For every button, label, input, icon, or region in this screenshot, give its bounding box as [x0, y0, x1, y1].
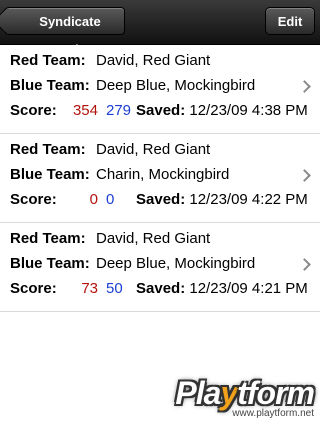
- saved-games-list: Red Team: David, Red Giant Blue Team: Deep…: [0, 45, 320, 312]
- red-score: 354: [72, 102, 98, 119]
- playtform-watermark: Playtform www.playtform.net: [175, 375, 315, 419]
- saved-label: Saved:: [136, 102, 186, 119]
- watermark-logo-part: Pla: [175, 375, 221, 411]
- blue-score: 0: [106, 191, 115, 208]
- score-line: Score: 0 0 Saved: 12/23/09 4:22 PM: [10, 190, 308, 210]
- edit-button[interactable]: Edit: [265, 7, 315, 35]
- blue-team-label: Blue Team:: [10, 77, 90, 94]
- red-team-label: Red Team:: [10, 141, 86, 158]
- blue-score: 279: [106, 102, 132, 119]
- saved-timestamp: 12/23/09 4:21 PM: [189, 280, 308, 297]
- saved-game-row[interactable]: Red Team: David, Red Giant Blue Team: Char…: [0, 134, 320, 223]
- chevron-right-icon: [298, 169, 311, 182]
- blue-team-label: Blue Team:: [10, 255, 90, 272]
- red-team-line: Red Team: David, Red Giant: [10, 51, 210, 71]
- score-line: Score: 354 279 Saved: 12/23/09 4:38 PM: [10, 101, 308, 121]
- red-team-value: David, Red Giant: [96, 141, 211, 158]
- chevron-right-icon: [298, 258, 311, 271]
- chevron-right-icon: [298, 80, 311, 93]
- blue-team-line: Blue Team: Deep Blue, Mockingbird: [10, 254, 255, 274]
- saved-game-row[interactable]: Red Team: David, Red Giant Blue Team: Deep…: [0, 45, 320, 134]
- blue-team-value: Deep Blue, Mockingbird: [96, 77, 256, 94]
- red-team-label: Red Team:: [10, 230, 86, 247]
- red-team-label: Red Team:: [10, 52, 86, 69]
- watermark-logo: Playtform: [175, 375, 315, 411]
- saved-game-row[interactable]: Red Team: David, Red Giant Blue Team: Deep…: [0, 223, 320, 312]
- score-label: Score:: [10, 280, 57, 297]
- blue-team-value: Charin, Mockingbird: [96, 166, 230, 183]
- saved-timestamp: 12/23/09 4:38 PM: [189, 102, 308, 119]
- red-score: 73: [81, 280, 98, 297]
- red-team-value: David, Red Giant: [96, 52, 211, 69]
- score-label: Score:: [10, 191, 57, 208]
- saved-label: Saved:: [136, 191, 186, 208]
- watermark-logo-part: tform: [237, 375, 315, 411]
- red-team-line: Red Team: David, Red Giant: [10, 140, 210, 160]
- score-line: Score: 73 50 Saved: 12/23/09 4:21 PM: [10, 279, 308, 299]
- back-button[interactable]: Syndicate Spades: [5, 7, 125, 57]
- blue-team-value: Deep Blue, Mockingbird: [96, 255, 256, 272]
- watermark-logo-accent: y: [220, 375, 238, 411]
- red-team-line: Red Team: David, Red Giant: [10, 229, 210, 249]
- red-score: 0: [89, 191, 98, 208]
- saved-timestamp: 12/23/09 4:22 PM: [189, 191, 308, 208]
- red-team-value: David, Red Giant: [96, 230, 211, 247]
- blue-team-label: Blue Team:: [10, 166, 90, 183]
- blue-score: 50: [106, 280, 123, 297]
- blue-team-line: Blue Team: Charin, Mockingbird: [10, 165, 229, 185]
- navigation-bar: Syndicate Spades Edit: [0, 0, 320, 57]
- saved-label: Saved:: [136, 280, 186, 297]
- blue-team-line: Blue Team: Deep Blue, Mockingbird: [10, 76, 255, 96]
- score-label: Score:: [10, 102, 57, 119]
